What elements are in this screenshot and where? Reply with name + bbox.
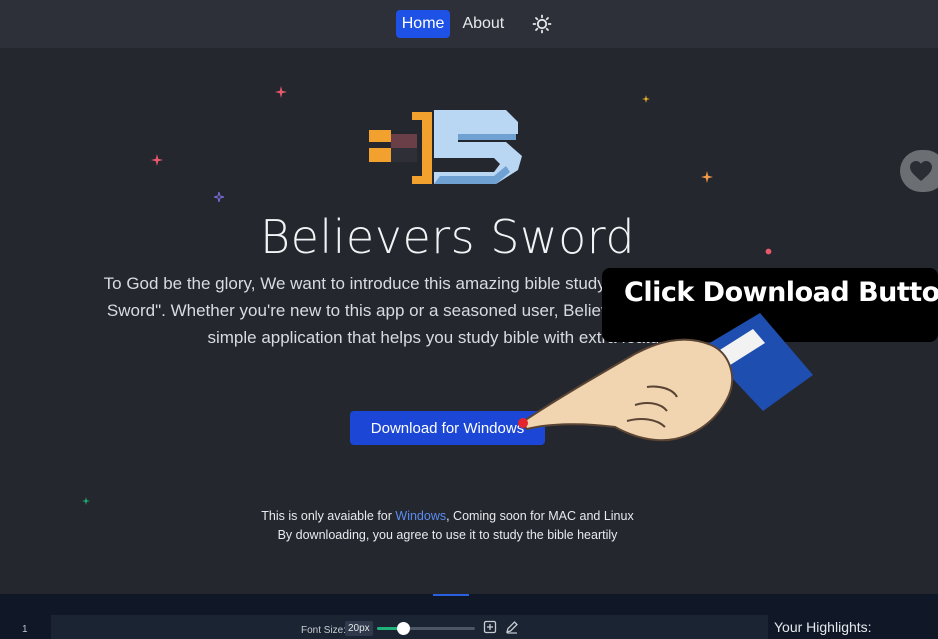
tab-indicator: [433, 594, 469, 596]
agreement-line: By downloading, you agree to use it to s…: [277, 528, 618, 542]
font-size-slider[interactable]: [377, 622, 475, 635]
sparkle-icon: [275, 86, 287, 98]
font-size-slider-thumb[interactable]: [397, 622, 411, 635]
page-title: Believers Sword: [259, 210, 636, 264]
sparkle-icon: [214, 192, 224, 202]
nav-menu: Home About: [395, 10, 555, 38]
heart-icon: [910, 161, 932, 181]
line-number: 1: [22, 624, 28, 635]
sparkle-icon: [701, 171, 713, 183]
sparkle-icon: [151, 154, 163, 166]
bookmark-icon[interactable]: [483, 620, 497, 634]
availability-suffix: , Coming soon for MAC and Linux: [446, 509, 634, 523]
favorite-button[interactable]: [900, 150, 938, 192]
app-preview-bar: 1 Font Size: 20px Your Highlights:: [0, 594, 938, 639]
availability-line: This is only avaiable for Windows, Comin…: [0, 507, 895, 526]
top-navbar: Home About: [0, 0, 938, 48]
nav-about-link[interactable]: About: [456, 10, 510, 38]
windows-link[interactable]: Windows: [395, 509, 446, 523]
sparkle-icon: [642, 95, 650, 103]
font-size-value: 20px: [345, 621, 373, 636]
nav-home-link[interactable]: Home: [395, 10, 451, 38]
pencil-icon[interactable]: [505, 620, 519, 634]
availability-note: This is only avaiable for Windows, Comin…: [0, 507, 895, 545]
sun-icon: [532, 14, 552, 34]
tutorial-banner-text: Click Download Button: [624, 277, 938, 308]
highlights-title: Your Highlights:: [774, 619, 872, 635]
availability-prefix: This is only avaiable for: [261, 509, 396, 523]
theme-toggle-button[interactable]: [530, 12, 554, 36]
sparkle-icon: [82, 497, 90, 505]
believers-sword-logo: [369, 110, 522, 184]
pointing-hand-icon: [518, 313, 813, 442]
font-size-label: Font Size:: [301, 625, 347, 636]
reader-toolbar: Font Size: 20px: [51, 615, 768, 639]
